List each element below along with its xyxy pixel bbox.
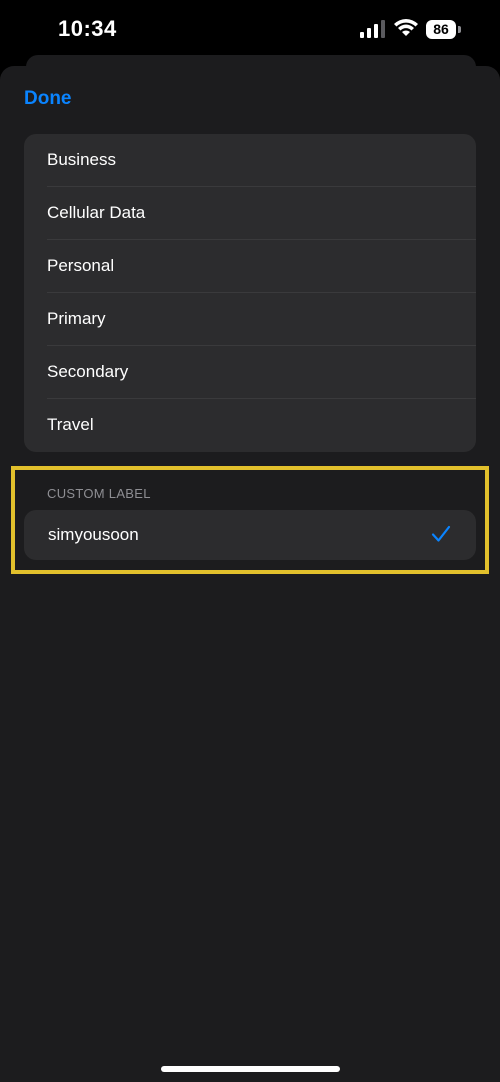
list-item-business[interactable]: Business [24,134,476,187]
custom-label-row[interactable]: simyousoon [24,510,476,560]
done-button[interactable]: Done [24,88,72,110]
battery-icon: 86 [426,20,456,39]
list-item-primary[interactable]: Primary [24,293,476,346]
list-item-personal[interactable]: Personal [24,240,476,293]
list-item-label: Business [47,150,116,169]
status-bar: 10:34 86 [0,0,500,60]
custom-label-value: simyousoon [48,525,139,544]
list-item-label: Primary [47,309,106,328]
wifi-icon [394,19,418,36]
list-item-cellular-data[interactable]: Cellular Data [24,187,476,240]
list-item-secondary[interactable]: Secondary [24,346,476,399]
list-item-travel[interactable]: Travel [24,399,476,452]
list-item-label: Travel [47,415,94,434]
battery-nub [458,26,461,33]
home-indicator[interactable] [161,1066,340,1072]
list-item-label: Secondary [47,362,129,381]
custom-label-section-header: CUSTOM LABEL [47,486,151,501]
list-item-label: Cellular Data [47,203,146,222]
status-time: 10:34 [58,16,117,41]
checkmark-icon [431,525,451,542]
label-list: Business Cellular Data Personal Primary … [24,134,476,452]
list-item-label: Personal [47,256,115,275]
cellular-signal-icon [360,20,385,38]
